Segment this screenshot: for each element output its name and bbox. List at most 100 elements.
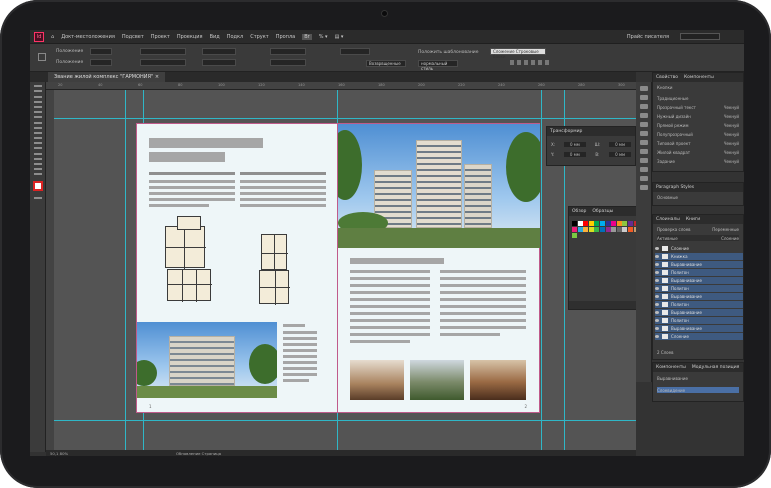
menu-item[interactable]: Проекция: [177, 34, 203, 40]
layer-row[interactable]: Книжка: [655, 253, 743, 260]
visibility-icon[interactable]: [655, 327, 659, 330]
mode-field[interactable]: нормальный стиль: [418, 60, 458, 71]
gradient-tool-icon[interactable]: [33, 152, 42, 155]
menu-item[interactable]: Подсвет: [122, 34, 144, 40]
table-icon[interactable]: [639, 185, 648, 190]
gradient-icon[interactable]: [639, 140, 648, 145]
color-swatch[interactable]: [605, 221, 611, 226]
color-swatch[interactable]: [572, 221, 577, 226]
y-field[interactable]: [90, 59, 112, 66]
tab-module-position[interactable]: Модульная позиция: [692, 365, 739, 370]
tab-swatches[interactable]: Образцы: [592, 209, 613, 214]
character-icon[interactable]: [639, 176, 648, 181]
prop-row[interactable]: Жилой квадрат Чекнуй: [657, 149, 739, 155]
prop-row[interactable]: Полупрозрачный Чекнуй: [657, 131, 739, 137]
layer-row[interactable]: Выравнивание: [655, 293, 743, 300]
layer-row[interactable]: Полигон: [655, 317, 743, 324]
shear-field[interactable]: [270, 59, 306, 66]
rotate-field[interactable]: [270, 48, 306, 55]
color-swatch[interactable]: [583, 221, 589, 226]
guide-line[interactable]: [54, 420, 636, 421]
layer-row[interactable]: Выравнивание: [655, 261, 743, 268]
floor-plan-image[interactable]: [177, 216, 201, 230]
floor-plan-image[interactable]: [165, 226, 206, 269]
panel-header[interactable]: Трансформир: [547, 127, 635, 136]
x-value-field[interactable]: 0 мм: [563, 141, 586, 147]
style-item[interactable]: Основные: [657, 194, 739, 200]
align-icons[interactable]: [510, 60, 550, 65]
gap-tool-icon[interactable]: [33, 100, 42, 103]
menu-item[interactable]: Проект: [151, 34, 170, 40]
scale-field[interactable]: [202, 59, 236, 66]
layer-row[interactable]: Полигон: [655, 285, 743, 292]
home-icon[interactable]: ⌂: [51, 34, 54, 40]
visibility-icon[interactable]: [655, 263, 659, 266]
paragraph-icon[interactable]: [639, 167, 648, 172]
menu-item[interactable]: Подкл: [227, 34, 244, 40]
menu-item[interactable]: Пропла: [276, 34, 296, 40]
direct-selection-tool-icon[interactable]: [33, 90, 42, 93]
zoom-field[interactable]: Возврвщенные: [366, 60, 406, 67]
color-swatch[interactable]: [594, 227, 600, 232]
color-swatch[interactable]: [572, 233, 577, 238]
effects-icon[interactable]: [639, 149, 648, 154]
zoom-dropdown-icon[interactable]: % ▾: [319, 34, 328, 40]
building-photo[interactable]: [137, 322, 277, 398]
prop-row[interactable]: Типовой проект Чекнуй: [657, 140, 739, 146]
zoom-tool-icon[interactable]: [33, 173, 42, 176]
h-value-field[interactable]: 0 мм: [609, 151, 631, 157]
visibility-icon[interactable]: [655, 287, 659, 290]
left-page[interactable]: 1: [136, 123, 338, 413]
w-value-field[interactable]: 0 мм: [609, 141, 631, 147]
color-swatch[interactable]: [611, 227, 617, 232]
type-tool-icon[interactable]: [33, 111, 42, 114]
visibility-icon[interactable]: [655, 279, 659, 282]
color-swatch[interactable]: [611, 221, 617, 226]
prop-row[interactable]: Прозрачный текст Чекнуй: [657, 104, 739, 110]
selection-tool-icon[interactable]: [33, 85, 42, 88]
visibility-icon[interactable]: [655, 271, 659, 274]
tab-properties[interactable]: Свойство: [656, 75, 678, 80]
visibility-icon[interactable]: [655, 311, 659, 314]
layer-row[interactable]: Выравнивание: [655, 325, 743, 332]
color-swatch[interactable]: [588, 221, 594, 226]
ref-point-icon[interactable]: [38, 53, 46, 61]
rectangle-tool-icon[interactable]: [33, 137, 42, 140]
vertical-ruler[interactable]: [46, 90, 54, 450]
stroke-icon[interactable]: [639, 113, 648, 118]
color-swatch[interactable]: [616, 227, 622, 232]
pages-icon[interactable]: [639, 86, 648, 91]
tab-components[interactable]: Компоненты: [656, 365, 686, 370]
interior-photo[interactable]: [350, 360, 404, 400]
workspace-label[interactable]: Прайс писателя: [627, 34, 669, 40]
x-field[interactable]: [90, 48, 112, 55]
search-field[interactable]: [680, 33, 720, 40]
w-field[interactable]: [140, 48, 186, 55]
line-tool-icon[interactable]: [33, 116, 42, 119]
floor-plan-image[interactable]: [259, 270, 290, 305]
right-page[interactable]: 2: [338, 123, 540, 413]
color-swatch[interactable]: [628, 227, 633, 232]
courtyard-photo[interactable]: [410, 360, 464, 400]
style-field[interactable]: Сложение Строковые блоки: [490, 48, 546, 59]
layer-row[interactable]: Слоение: [655, 333, 743, 340]
layers-icon[interactable]: [639, 95, 648, 100]
visibility-icon[interactable]: [655, 303, 659, 306]
swatch-icon[interactable]: [639, 122, 648, 127]
layer-row[interactable]: Слоение: [655, 245, 743, 252]
tab-layers[interactable]: Слоиналы: [656, 217, 680, 222]
layer-row[interactable]: Выравнивание: [655, 309, 743, 316]
color-swatch[interactable]: [600, 227, 605, 232]
text-wrap-icon[interactable]: [639, 158, 648, 163]
guide-line[interactable]: [125, 90, 126, 450]
layer-row[interactable]: Полигон: [655, 301, 743, 308]
component-row[interactable]: Выравнивание: [657, 375, 739, 381]
menu-item[interactable]: Вид: [210, 34, 220, 40]
horizontal-ruler[interactable]: 20 40 60 80 100 120 140 160 180 200 220 …: [46, 82, 636, 90]
panel-header[interactable]: Paragraph Styles: [653, 183, 743, 192]
prop-row[interactable]: Прямой режим Чекнуй: [657, 122, 739, 128]
visibility-icon[interactable]: [655, 255, 659, 258]
rectangle-frame-tool-icon[interactable]: [33, 131, 42, 134]
lobby-photo[interactable]: [470, 360, 526, 400]
y-value-field[interactable]: 0 мм: [563, 151, 586, 157]
